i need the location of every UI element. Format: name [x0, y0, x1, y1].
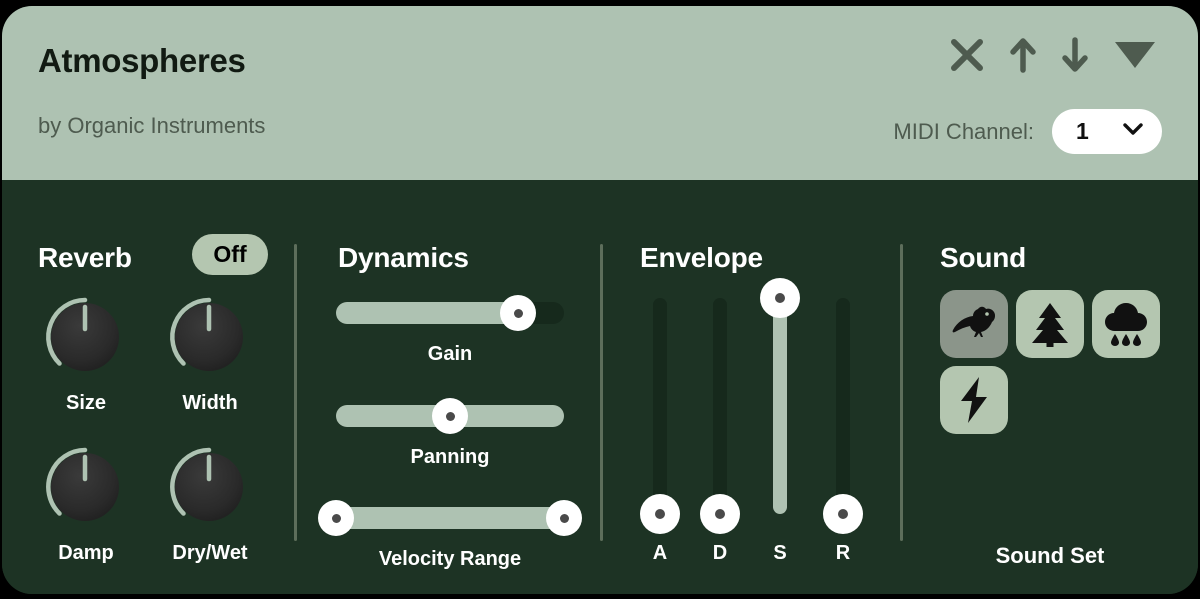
reverb-damp-knob[interactable]	[44, 446, 126, 528]
lightning-icon	[957, 376, 991, 424]
sound-set-grid	[940, 290, 1180, 434]
gain-label: Gain	[427, 343, 473, 365]
dynamics-section-heading: Dynamics	[338, 242, 469, 273]
collapse-icon[interactable]	[1112, 38, 1158, 72]
plugin-header: Atmospheres by Organic Instruments MIDI …	[2, 6, 1198, 180]
section-divider	[900, 244, 903, 541]
release-fader-track	[836, 298, 850, 514]
midi-channel-value: 1	[1076, 118, 1089, 144]
plugin-subtitle: by Organic Instruments	[38, 113, 266, 138]
reverb-size-label: Size	[65, 392, 107, 414]
tree-icon	[1028, 301, 1072, 347]
gain-slider-fill	[336, 302, 519, 324]
decay-fader-track	[713, 298, 727, 514]
panning-slider-handle[interactable]	[432, 398, 468, 434]
midi-channel-control: MIDI Channel: 1	[893, 109, 1162, 154]
rain-cloud-icon	[1103, 302, 1149, 346]
envelope-release-label: R	[835, 542, 851, 564]
plugin-window: Atmospheres by Organic Instruments MIDI …	[2, 6, 1198, 594]
envelope-section-heading: Envelope	[640, 242, 763, 273]
sound-section-heading: Sound	[940, 242, 1027, 273]
sound-set-button-lightning[interactable]	[940, 366, 1008, 434]
sustain-fader-fill	[773, 298, 787, 514]
section-divider	[294, 244, 297, 541]
sound-set-button-bird[interactable]	[940, 290, 1008, 358]
midi-channel-select[interactable]: 1	[1052, 109, 1162, 154]
sustain-fader-handle[interactable]	[760, 278, 800, 318]
header-icon-group	[948, 36, 1158, 74]
release-fader-handle[interactable]	[823, 494, 863, 534]
velocity-range-fill	[336, 507, 564, 529]
move-down-icon[interactable]	[1060, 36, 1090, 74]
panning-slider[interactable]	[336, 398, 564, 434]
velocity-range-slider[interactable]	[318, 500, 582, 536]
reverb-toggle-label: Off	[213, 241, 247, 267]
bird-icon	[951, 304, 997, 344]
envelope-sustain-fader[interactable]	[760, 278, 800, 514]
envelope-decay-fader[interactable]	[700, 298, 740, 534]
reverb-width-knob[interactable]	[168, 296, 250, 378]
velocity-range-high-handle[interactable]	[546, 500, 582, 536]
attack-fader-handle[interactable]	[640, 494, 680, 534]
envelope-attack-fader[interactable]	[640, 298, 680, 534]
reverb-drywet-knob[interactable]	[168, 446, 250, 528]
reverb-drywet-label: Dry/Wet	[172, 542, 248, 564]
reverb-section-heading: Reverb	[38, 242, 132, 273]
close-icon[interactable]	[948, 36, 986, 74]
midi-channel-label: MIDI Channel:	[893, 118, 1034, 144]
sound-set-footer-label: Sound Set	[995, 543, 1105, 568]
plugin-body: Reverb Off Size Width Damp Dry/Wet Dynam…	[2, 180, 1198, 594]
reverb-toggle-button[interactable]: Off	[192, 234, 268, 275]
move-up-icon[interactable]	[1008, 36, 1038, 74]
velocity-range-label: Velocity Range	[378, 548, 522, 570]
gain-slider-handle[interactable]	[500, 295, 537, 331]
section-divider	[600, 244, 603, 541]
reverb-damp-label: Damp	[58, 542, 114, 564]
envelope-release-fader[interactable]	[823, 298, 863, 534]
attack-fader-track	[653, 298, 667, 514]
gain-slider[interactable]	[336, 295, 564, 331]
velocity-range-low-handle[interactable]	[318, 500, 354, 536]
decay-fader-handle[interactable]	[700, 494, 740, 534]
plugin-title: Atmospheres	[38, 42, 246, 79]
reverb-size-knob[interactable]	[44, 296, 126, 378]
sound-set-button-tree[interactable]	[1016, 290, 1084, 358]
sound-set-button-rain-cloud[interactable]	[1092, 290, 1160, 358]
reverb-width-label: Width	[182, 392, 238, 414]
panning-label: Panning	[410, 446, 490, 468]
chevron-down-icon	[1122, 122, 1144, 141]
